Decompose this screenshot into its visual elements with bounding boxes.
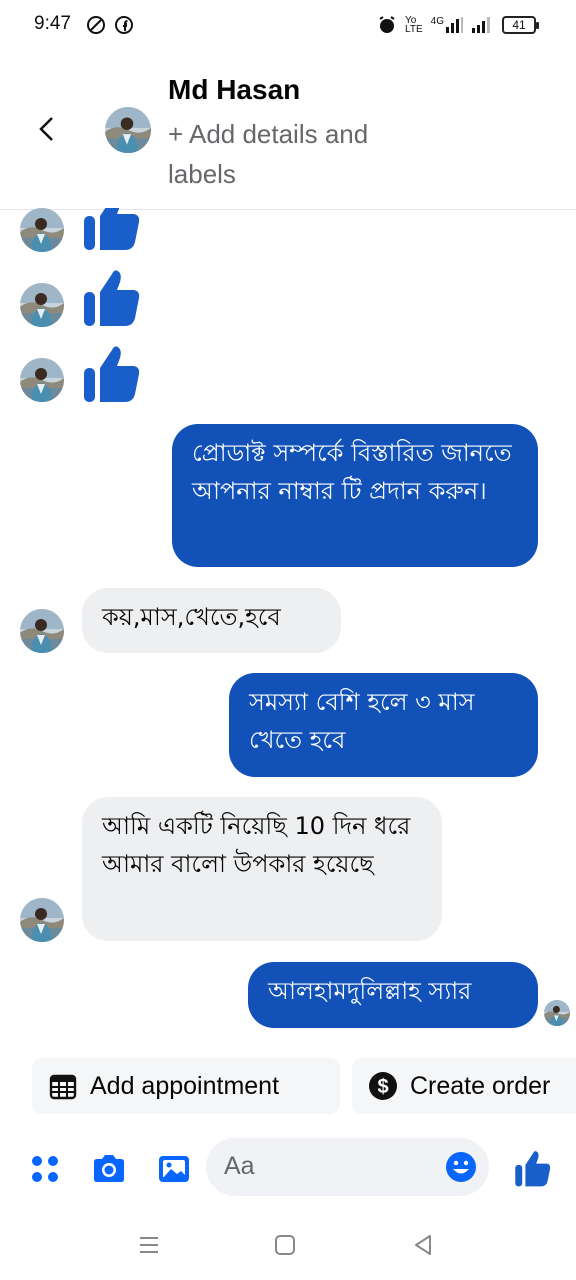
facebook-notification-icon [115, 16, 133, 34]
alarm-icon [379, 16, 395, 33]
add-appointment-label: Add appointment [90, 1071, 280, 1100]
back-arrow-icon[interactable] [30, 112, 64, 146]
signal-bars-icon-2 [472, 17, 490, 33]
chat-header: Md Hasan + Add details and labels [0, 52, 576, 210]
incoming-message[interactable]: আমি একটি নিয়েছি 10 দিন ধরে আমার বালো উপ… [82, 797, 442, 941]
contact-name[interactable]: Md Hasan [168, 74, 300, 106]
contact-avatar[interactable] [105, 107, 151, 153]
thumbs-up-icon [82, 208, 142, 252]
volte-bottom: LTE [405, 24, 423, 35]
volte-indicator: Yo LTE [405, 16, 423, 35]
outgoing-message[interactable]: আলহামদুলিল্লাহ স্যার [248, 962, 538, 1028]
thumbs-up-icon [82, 342, 142, 404]
add-appointment-button[interactable]: Add appointment [32, 1058, 340, 1114]
thumbs-up-send-icon[interactable] [514, 1148, 552, 1188]
grid-menu-icon[interactable] [26, 1150, 64, 1188]
add-details-link[interactable]: + Add details and labels [168, 114, 428, 194]
status-icons-left [86, 15, 134, 35]
outgoing-message[interactable]: সমস্যা বেশি হলে ৩ মাস খেতে হবে [229, 673, 538, 777]
outgoing-message[interactable]: প্রোডাক্ট সম্পর্কে বিস্তারিত জানতে আপনার… [172, 424, 538, 567]
dollar-icon: $ [369, 1072, 397, 1100]
signal-4g: 4G [431, 17, 464, 33]
gallery-icon[interactable] [155, 1150, 193, 1188]
sender-avatar [20, 898, 64, 942]
camera-icon[interactable] [90, 1150, 128, 1188]
sender-avatar [20, 208, 64, 252]
seen-receipt-avatar [544, 1000, 570, 1026]
back-triangle-icon[interactable] [410, 1232, 436, 1258]
message-input-placeholder: Aa [224, 1152, 255, 1180]
status-icons-right: Yo LTE 4G 41 [377, 15, 539, 35]
thumbs-up-icon [82, 266, 142, 328]
incoming-message[interactable]: কয়,মাস,খেতে,হবে [82, 588, 341, 653]
status-bar: 9:47 Yo LTE 4G 41 [0, 0, 576, 52]
svg-text:$: $ [377, 1076, 388, 1098]
emoji-icon[interactable] [445, 1151, 477, 1183]
message-input[interactable]: Aa [206, 1138, 489, 1196]
status-time: 9:47 [34, 13, 71, 34]
home-square-icon[interactable] [272, 1232, 298, 1258]
recents-menu-icon[interactable] [136, 1232, 162, 1258]
sender-avatar [20, 358, 64, 402]
sender-avatar [20, 609, 64, 653]
signal-bars-icon [446, 17, 463, 33]
network-type: 4G [430, 16, 444, 27]
sender-avatar [20, 283, 64, 327]
create-order-button[interactable]: $ Create order [352, 1058, 576, 1114]
calendar-icon [49, 1074, 77, 1100]
dnd-icon [87, 16, 105, 34]
battery-icon: 41 [502, 16, 539, 34]
create-order-label: Create order [410, 1071, 551, 1100]
